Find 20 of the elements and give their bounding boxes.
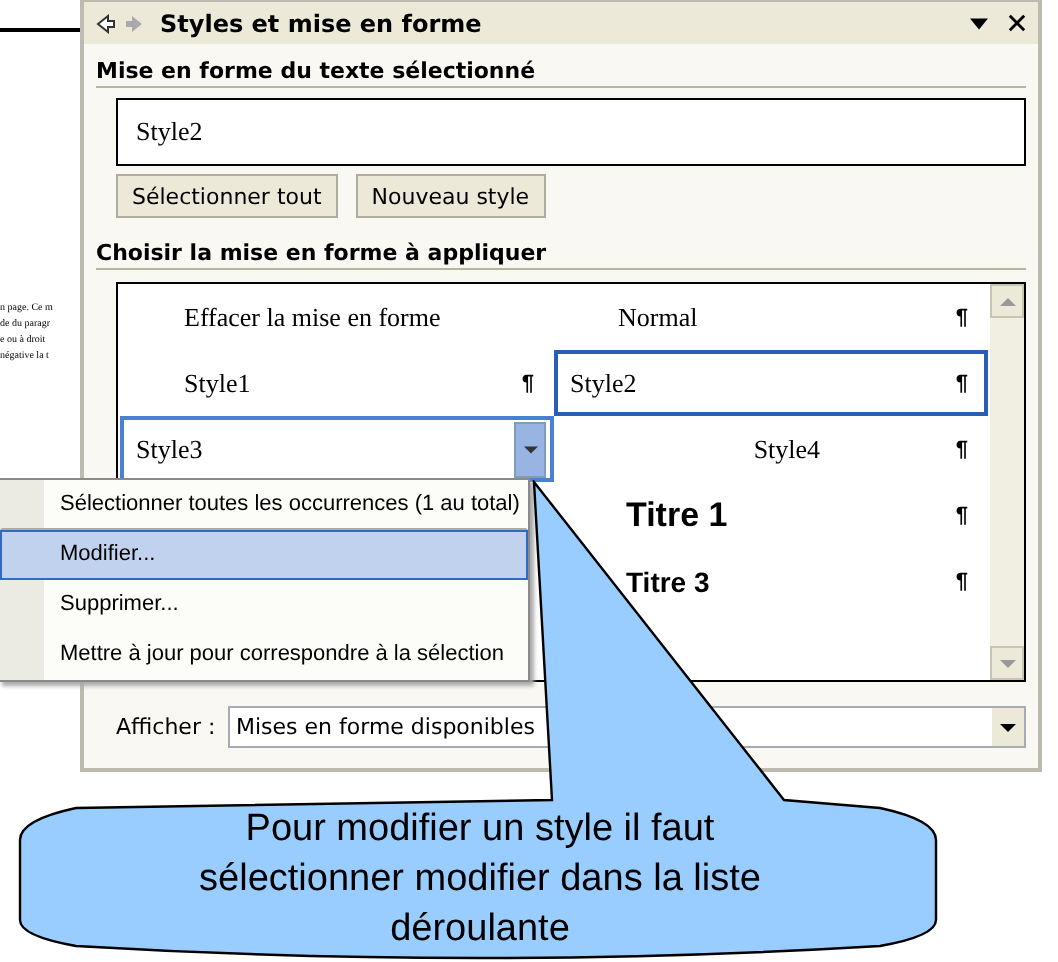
menu-item[interactable]: Supprimer...	[0, 580, 528, 630]
close-icon[interactable]	[1008, 14, 1026, 32]
menu-item[interactable]: Mettre à jour pour correspondre à la sélection	[0, 630, 528, 680]
style-item[interactable]: Normal ¶	[554, 284, 988, 350]
section-heading: Choisir la mise en forme à appliquer	[96, 234, 1026, 270]
dropdown-icon[interactable]	[970, 17, 988, 29]
callout-tooltip-text: Pour modifier un style il faut sélectionner modifier dans la liste déroulante	[197, 806, 763, 954]
style-item[interactable]: Style1 ¶	[120, 350, 554, 416]
menu-item[interactable]: Modifier...	[0, 530, 528, 580]
back-icon[interactable]	[96, 13, 116, 33]
dropdown-arrow-icon[interactable]	[1000, 723, 1016, 731]
section-heading: Mise en forme du texte sélectionné	[96, 52, 1026, 88]
current-style-field[interactable]: Style2	[116, 98, 1026, 166]
style-item[interactable]: Style2 ¶	[554, 350, 988, 416]
show-label: Afficher :	[116, 714, 218, 740]
pane-button[interactable]: Nouveau style	[355, 174, 546, 218]
style-item[interactable]: Effacer la mise en forme	[120, 284, 554, 350]
pane-button[interactable]: Sélectionner tout	[116, 174, 338, 218]
style-item[interactable]: Style4 ¶	[554, 416, 988, 482]
pane-title: Styles et mise en forme	[160, 9, 484, 37]
